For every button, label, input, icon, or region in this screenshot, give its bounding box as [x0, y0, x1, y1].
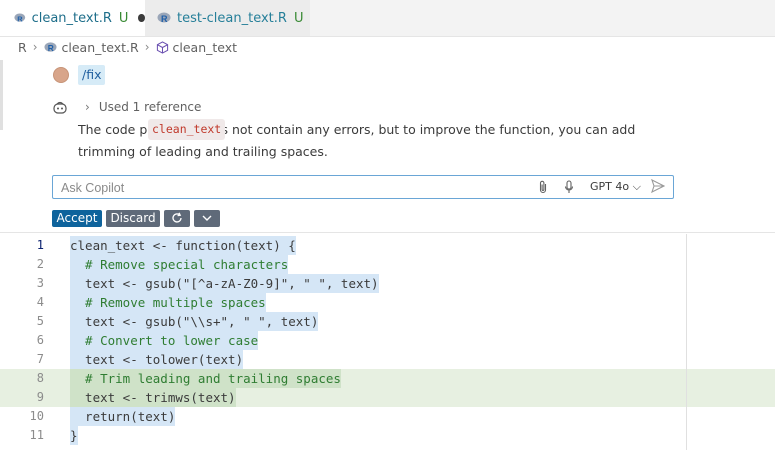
paperclip-icon[interactable] [538, 180, 548, 194]
regenerate-button[interactable] [164, 210, 190, 227]
code-text[interactable]: text <- gsub("[^a-zA-Z0-9]", " ", text) [70, 274, 379, 293]
r-language-icon: R [157, 12, 171, 24]
line-number: 9 [36, 390, 44, 404]
tab-label: clean_text.R [31, 10, 112, 26]
r-language-icon: R [14, 13, 26, 23]
line-number: 3 [36, 276, 44, 290]
line-number: 8 [36, 371, 44, 385]
chevron-right-icon: › [85, 100, 90, 114]
line-number: 1 [36, 238, 44, 252]
model-label: GPT 4o [590, 180, 630, 193]
code-editor[interactable]: 1 clean_text <- function(text) { 2 # Rem… [0, 234, 775, 450]
divider [0, 232, 775, 233]
r-language-icon: R [43, 41, 57, 53]
used-reference-toggle[interactable]: › Used 1 reference [85, 100, 201, 114]
line-number: 10 [29, 409, 44, 423]
code-text[interactable]: text <- gsub("\\s+", " ", text) [70, 312, 319, 331]
code-line-added: 8 # Trim leading and trailing spaces [0, 369, 775, 388]
code-line: 2 # Remove special characters [0, 255, 775, 274]
line-number: 6 [36, 333, 44, 347]
send-icon[interactable] [651, 179, 665, 193]
line-number: 2 [36, 257, 44, 271]
accept-button[interactable]: Accept [52, 210, 102, 227]
tab-label: test-clean_text.R [177, 10, 287, 26]
discard-button[interactable]: Discard [106, 210, 160, 227]
code-line: 11 } [0, 426, 775, 445]
svg-text:R: R [161, 14, 168, 24]
line-number: 4 [36, 295, 44, 309]
model-picker[interactable]: GPT 4o ⌵ [590, 180, 641, 194]
chat-gutter [0, 60, 3, 130]
breadcrumb: R › R clean_text.R › clean_text [18, 37, 237, 57]
code-text[interactable]: clean_text <- function(text) { [70, 236, 296, 255]
svg-text:R: R [17, 14, 23, 23]
code-text[interactable]: } [70, 426, 78, 445]
code-text[interactable]: text <- trimws(text) [70, 388, 236, 407]
code-text[interactable]: return(text) [70, 407, 176, 426]
chevron-right-icon: › [144, 40, 150, 54]
code-text[interactable]: # Remove multiple spaces [70, 293, 266, 312]
code-line: 5 text <- gsub("\\s+", " ", text) [0, 312, 775, 331]
tab-bar: R clean_text.R U R test-clean_text.R U [0, 0, 775, 37]
svg-text:R: R [47, 43, 53, 53]
code-line: 3 text <- gsub("[^a-zA-Z0-9]", " ", text… [0, 274, 775, 293]
code-text[interactable]: # Remove special characters [70, 255, 289, 274]
code-line: 1 clean_text <- function(text) { [0, 236, 775, 255]
symbol-function-icon [156, 40, 168, 54]
breadcrumb-symbol[interactable]: clean_text [173, 40, 238, 55]
code-text[interactable]: # Convert to lower case [70, 331, 259, 350]
untracked-badge: U [293, 10, 304, 26]
chevron-right-icon: › [32, 40, 38, 54]
user-avatar [53, 67, 69, 83]
editor-ruler [686, 234, 687, 450]
user-command: /fix [78, 65, 106, 85]
copilot-icon [53, 101, 67, 114]
inline-code: clean_text [148, 119, 226, 140]
code-line: 10 return(text) [0, 407, 775, 426]
line-number: 7 [36, 352, 44, 366]
more-actions-button[interactable] [194, 210, 220, 227]
line-number: 11 [29, 428, 44, 442]
chevron-down-icon [202, 215, 212, 221]
breadcrumb-file[interactable]: clean_text.R [62, 40, 139, 55]
code-line-added: 9 text <- trimws(text) [0, 388, 775, 407]
code-line: 7 text <- tolower(text) [0, 350, 775, 369]
ask-copilot-input[interactable] [59, 179, 523, 197]
breadcrumb-root[interactable]: R [18, 40, 27, 55]
code-line: 4 # Remove multiple spaces [0, 293, 775, 312]
microphone-icon[interactable] [564, 180, 574, 194]
copilot-answer: The code provided does not contain any e… [78, 119, 678, 163]
code-line: 6 # Convert to lower case [0, 331, 775, 350]
chevron-down-icon: ⌵ [632, 180, 641, 193]
unsaved-dot-icon[interactable] [138, 14, 145, 22]
answer-text: The code provided does not contain any e… [78, 122, 500, 137]
tab-test-clean-text[interactable]: R test-clean_text.R U [145, 0, 310, 36]
refresh-icon [172, 212, 182, 223]
ask-copilot-box: GPT 4o ⌵ [52, 175, 674, 199]
code-text[interactable]: # Trim leading and trailing spaces [70, 369, 341, 388]
line-number: 5 [36, 314, 44, 328]
tab-clean-text[interactable]: R clean_text.R U [0, 0, 145, 36]
untracked-badge: U [118, 10, 129, 26]
reference-label: Used 1 reference [98, 100, 202, 114]
code-text[interactable]: text <- tolower(text) [70, 350, 244, 369]
